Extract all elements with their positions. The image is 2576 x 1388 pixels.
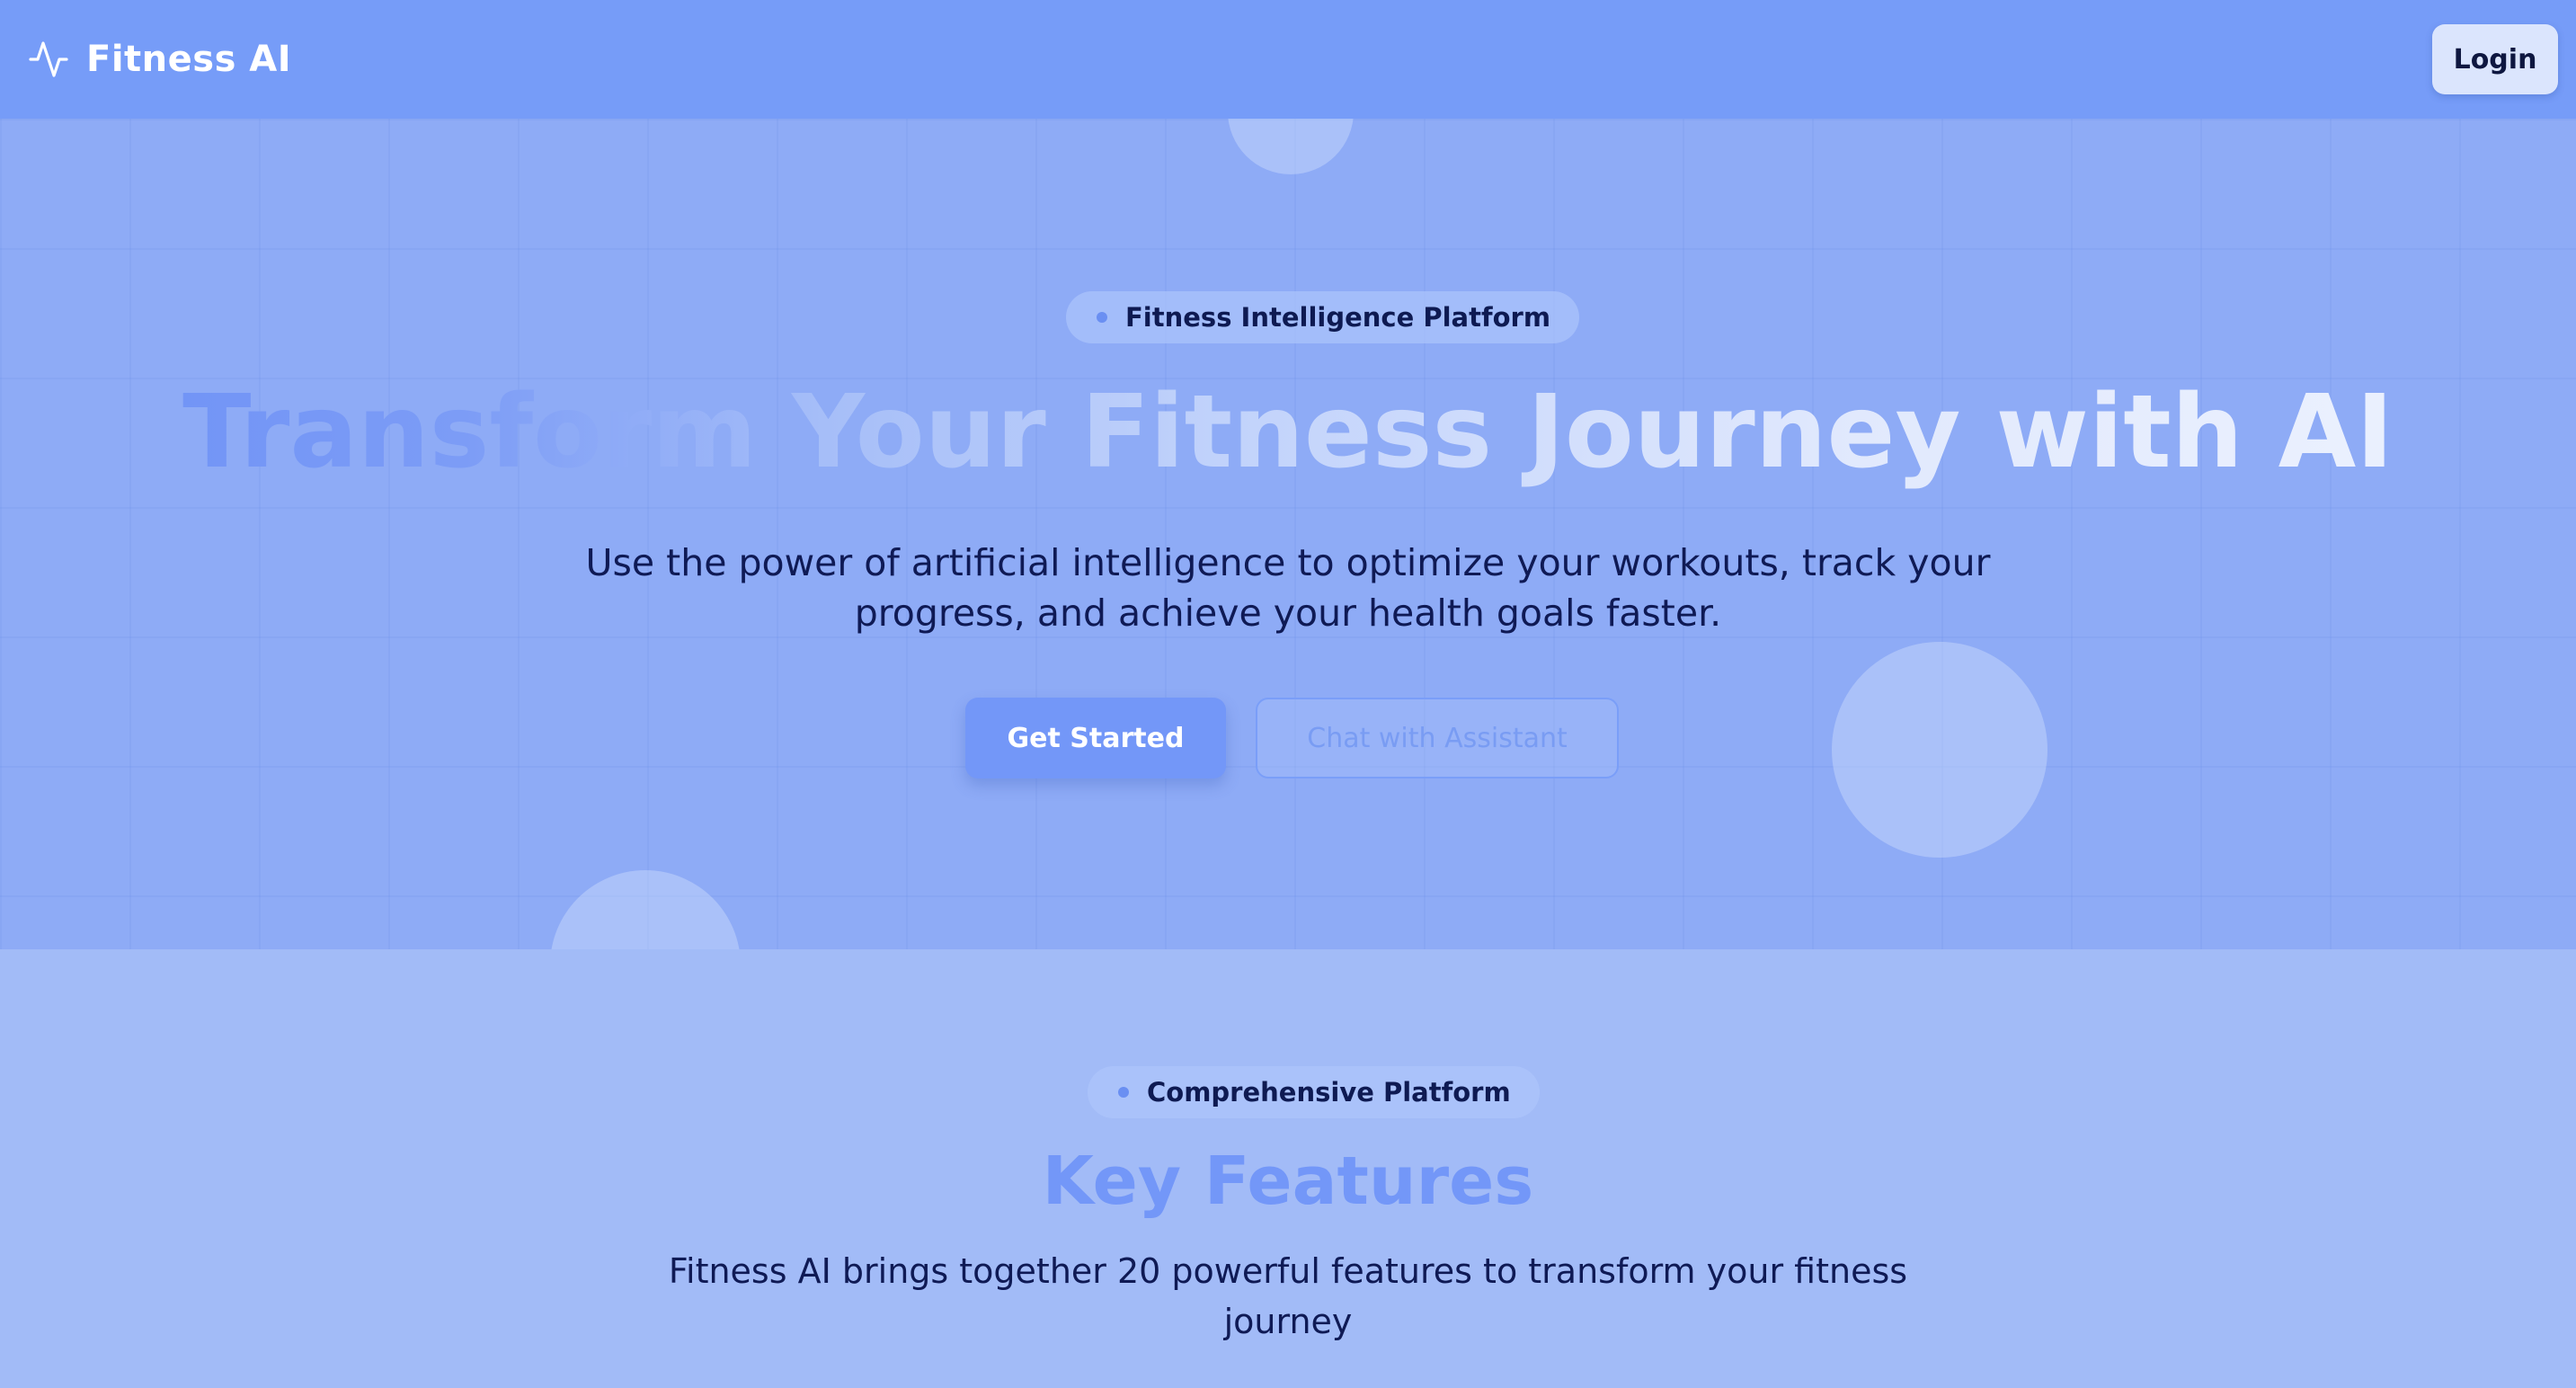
brand-logo[interactable]: Fitness AI xyxy=(27,38,291,81)
decorative-circle xyxy=(550,870,741,949)
chat-with-assistant-button[interactable]: Chat with Assistant xyxy=(1256,698,1619,779)
activity-pulse-icon xyxy=(29,41,68,77)
hero-badge-label: Fitness Intelligence Platform xyxy=(1125,302,1551,333)
login-button[interactable]: Login xyxy=(2432,24,2558,94)
features-subtitle: Fitness AI brings together 20 powerful f… xyxy=(668,1251,1908,1341)
decorative-circle xyxy=(1832,642,2047,858)
brand-name: Fitness AI xyxy=(86,39,292,80)
hero-section: Fitness Intelligence Platform Transform … xyxy=(0,119,2576,949)
decorative-circle xyxy=(1228,119,1354,174)
features-title: Key Features xyxy=(1042,1143,1534,1220)
badge-dot-icon xyxy=(1097,312,1107,323)
hero-badge: Fitness Intelligence Platform xyxy=(1066,291,1580,343)
features-section: Comprehensive Platform Key Features Fitn… xyxy=(0,949,2576,1388)
get-started-button[interactable]: Get Started xyxy=(965,698,1226,779)
features-badge-label: Comprehensive Platform xyxy=(1147,1077,1511,1108)
features-badge: Comprehensive Platform xyxy=(1088,1066,1540,1118)
top-navbar: Fitness AI Login xyxy=(0,0,2576,119)
badge-dot-icon xyxy=(1118,1087,1129,1098)
hero-title: Transform Your Fitness Journey with AI xyxy=(0,375,2576,491)
hero-subtitle: Use the power of artificial intelligence… xyxy=(585,541,1991,635)
